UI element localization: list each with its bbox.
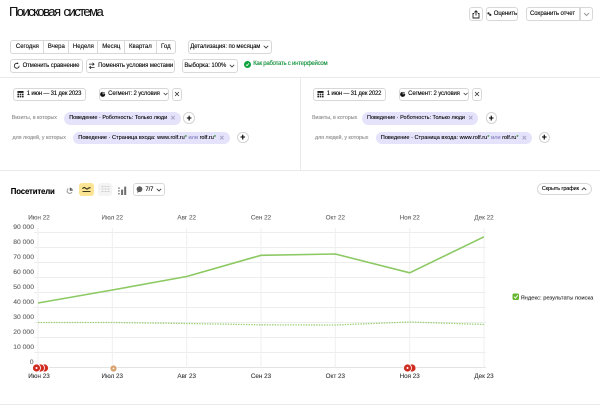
- svg-text:Сен 23: Сен 23: [251, 373, 272, 380]
- svg-text:50 000: 50 000: [13, 284, 34, 291]
- svg-text:Авг 23: Авг 23: [177, 373, 196, 380]
- svg-text:Ноя 23: Ноя 23: [400, 373, 421, 380]
- svg-text:Ноя 22: Ноя 22: [400, 214, 421, 221]
- svg-text:Июл 22: Июл 22: [102, 214, 124, 221]
- svg-text:Окт 22: Окт 22: [326, 214, 346, 221]
- svg-text:Июн 23: Июн 23: [28, 373, 50, 380]
- svg-text:Дек 22: Дек 22: [474, 214, 494, 221]
- svg-text:Июл 23: Июл 23: [102, 373, 124, 380]
- svg-text:20 000: 20 000: [13, 329, 34, 336]
- svg-text:70 000: 70 000: [13, 254, 34, 261]
- svg-text:10 000: 10 000: [13, 344, 34, 351]
- svg-text:80 000: 80 000: [13, 239, 34, 246]
- svg-text:Сен 22: Сен 22: [251, 214, 272, 221]
- svg-text:Окт 23: Окт 23: [326, 373, 346, 380]
- svg-text:60 000: 60 000: [13, 269, 34, 276]
- svg-text:30 000: 30 000: [13, 314, 34, 321]
- svg-text:Авг 22: Авг 22: [177, 214, 196, 221]
- svg-text:40 000: 40 000: [13, 299, 34, 306]
- svg-text:Яндекс: результаты поиска: Яндекс: результаты поиска: [521, 296, 595, 302]
- svg-text:90 000: 90 000: [13, 224, 34, 231]
- svg-text:0: 0: [30, 359, 34, 366]
- svg-text:Дек 23: Дек 23: [474, 373, 494, 380]
- svg-text:Июн 22: Июн 22: [28, 214, 50, 221]
